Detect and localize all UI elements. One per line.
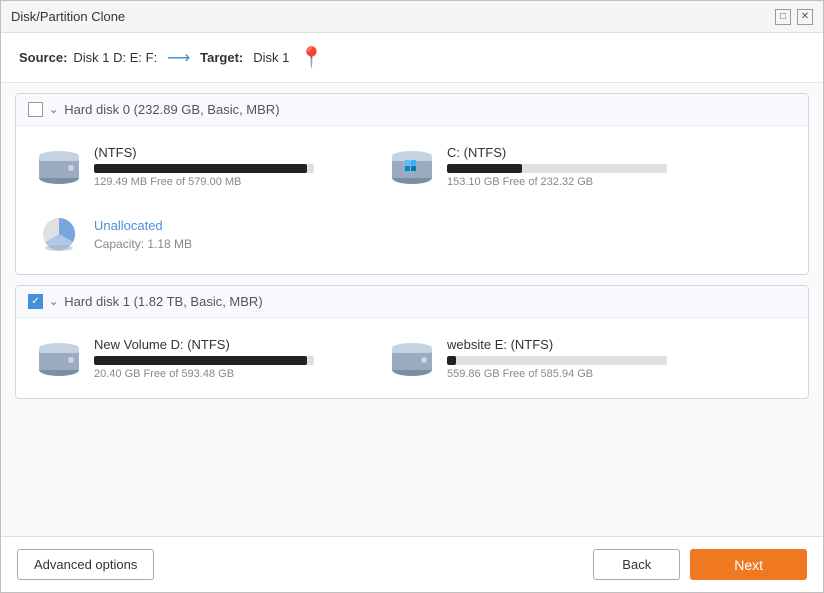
- target-value: Disk 1: [253, 50, 289, 65]
- progress-bar-fill: [94, 164, 307, 173]
- disk1-chevron[interactable]: ⌄: [49, 295, 58, 308]
- title-bar: Disk/Partition Clone □ ✕: [1, 1, 823, 33]
- partition-name: (NTFS): [94, 145, 359, 160]
- unallocated-name: Unallocated: [94, 218, 192, 233]
- main-window: Disk/Partition Clone □ ✕ Source: Disk 1 …: [0, 0, 824, 593]
- partition-info: C: (NTFS) 153.10 GB Free of 232.32 GB: [447, 145, 712, 188]
- next-button[interactable]: Next: [690, 549, 807, 580]
- back-button[interactable]: Back: [593, 549, 680, 580]
- partition-free: 559.86 GB Free of 585.94 GB: [447, 368, 712, 380]
- unallocated-icon: [34, 212, 84, 256]
- footer-right: Back Next: [593, 549, 807, 580]
- unallocated-capacity: Capacity: 1.18 MB: [94, 237, 192, 251]
- drive-icon: [34, 336, 84, 380]
- progress-bar-fill: [94, 356, 307, 365]
- window-title: Disk/Partition Clone: [11, 9, 125, 24]
- partition-card: C: (NTFS) 153.10 GB Free of 232.32 GB: [377, 136, 722, 196]
- disk0-header: ⌄ Hard disk 0 (232.89 GB, Basic, MBR): [16, 94, 808, 126]
- disk0-label: Hard disk 0 (232.89 GB, Basic, MBR): [64, 102, 279, 117]
- source-label: Source:: [19, 50, 67, 65]
- disk1-label: Hard disk 1 (1.82 TB, Basic, MBR): [64, 294, 262, 309]
- arrow-icon: ⟶: [167, 48, 190, 68]
- progress-bar-fill: [447, 164, 522, 173]
- content-area: ⌄ Hard disk 0 (232.89 GB, Basic, MBR): [1, 83, 823, 536]
- disk1-header: ⌄ Hard disk 1 (1.82 TB, Basic, MBR): [16, 286, 808, 318]
- footer: Advanced options Back Next: [1, 536, 823, 592]
- partition-free: 153.10 GB Free of 232.32 GB: [447, 176, 712, 188]
- partition-free: 129.49 MB Free of 579.00 MB: [94, 176, 359, 188]
- unallocated-card: Unallocated Capacity: 1.18 MB: [24, 204, 202, 264]
- source-value: Disk 1 D: E: F:: [73, 50, 157, 65]
- partition-free: 20.40 GB Free of 593.48 GB: [94, 368, 359, 380]
- source-target-bar: Source: Disk 1 D: E: F: ⟶ Target: Disk 1…: [1, 33, 823, 83]
- partition-info: website E: (NTFS) 559.86 GB Free of 585.…: [447, 337, 712, 380]
- disk0-partitions: (NTFS) 129.49 MB Free of 579.00 MB: [16, 126, 808, 274]
- partition-name: C: (NTFS): [447, 145, 712, 160]
- progress-bar-bg: [94, 356, 314, 365]
- disk0-group: ⌄ Hard disk 0 (232.89 GB, Basic, MBR): [15, 93, 809, 275]
- partition-info: New Volume D: (NTFS) 20.40 GB Free of 59…: [94, 337, 359, 380]
- drive-icon: [387, 336, 437, 380]
- unallocated-info: Unallocated Capacity: 1.18 MB: [94, 218, 192, 251]
- partition-info: (NTFS) 129.49 MB Free of 579.00 MB: [94, 145, 359, 188]
- partition-card: website E: (NTFS) 559.86 GB Free of 585.…: [377, 328, 722, 388]
- disk1-group: ⌄ Hard disk 1 (1.82 TB, Basic, MBR): [15, 285, 809, 399]
- minimize-button[interactable]: □: [775, 9, 791, 25]
- window-controls: □ ✕: [775, 9, 813, 25]
- disk1-checkbox[interactable]: [28, 294, 43, 309]
- disk1-partitions: New Volume D: (NTFS) 20.40 GB Free of 59…: [16, 318, 808, 398]
- progress-bar-bg: [94, 164, 314, 173]
- partition-card: New Volume D: (NTFS) 20.40 GB Free of 59…: [24, 328, 369, 388]
- drive-icon: [34, 144, 84, 188]
- target-label: Target:: [200, 50, 243, 65]
- pin-icon: 📍: [299, 45, 324, 70]
- progress-bar-fill: [447, 356, 456, 365]
- progress-bar-bg: [447, 356, 667, 365]
- disk0-chevron[interactable]: ⌄: [49, 103, 58, 116]
- partition-card: (NTFS) 129.49 MB Free of 579.00 MB: [24, 136, 369, 196]
- advanced-options-button[interactable]: Advanced options: [17, 549, 154, 580]
- progress-bar-bg: [447, 164, 667, 173]
- partition-name: New Volume D: (NTFS): [94, 337, 359, 352]
- disk0-checkbox[interactable]: [28, 102, 43, 117]
- close-button[interactable]: ✕: [797, 9, 813, 25]
- partition-name: website E: (NTFS): [447, 337, 712, 352]
- drive-icon-windows: [387, 144, 437, 188]
